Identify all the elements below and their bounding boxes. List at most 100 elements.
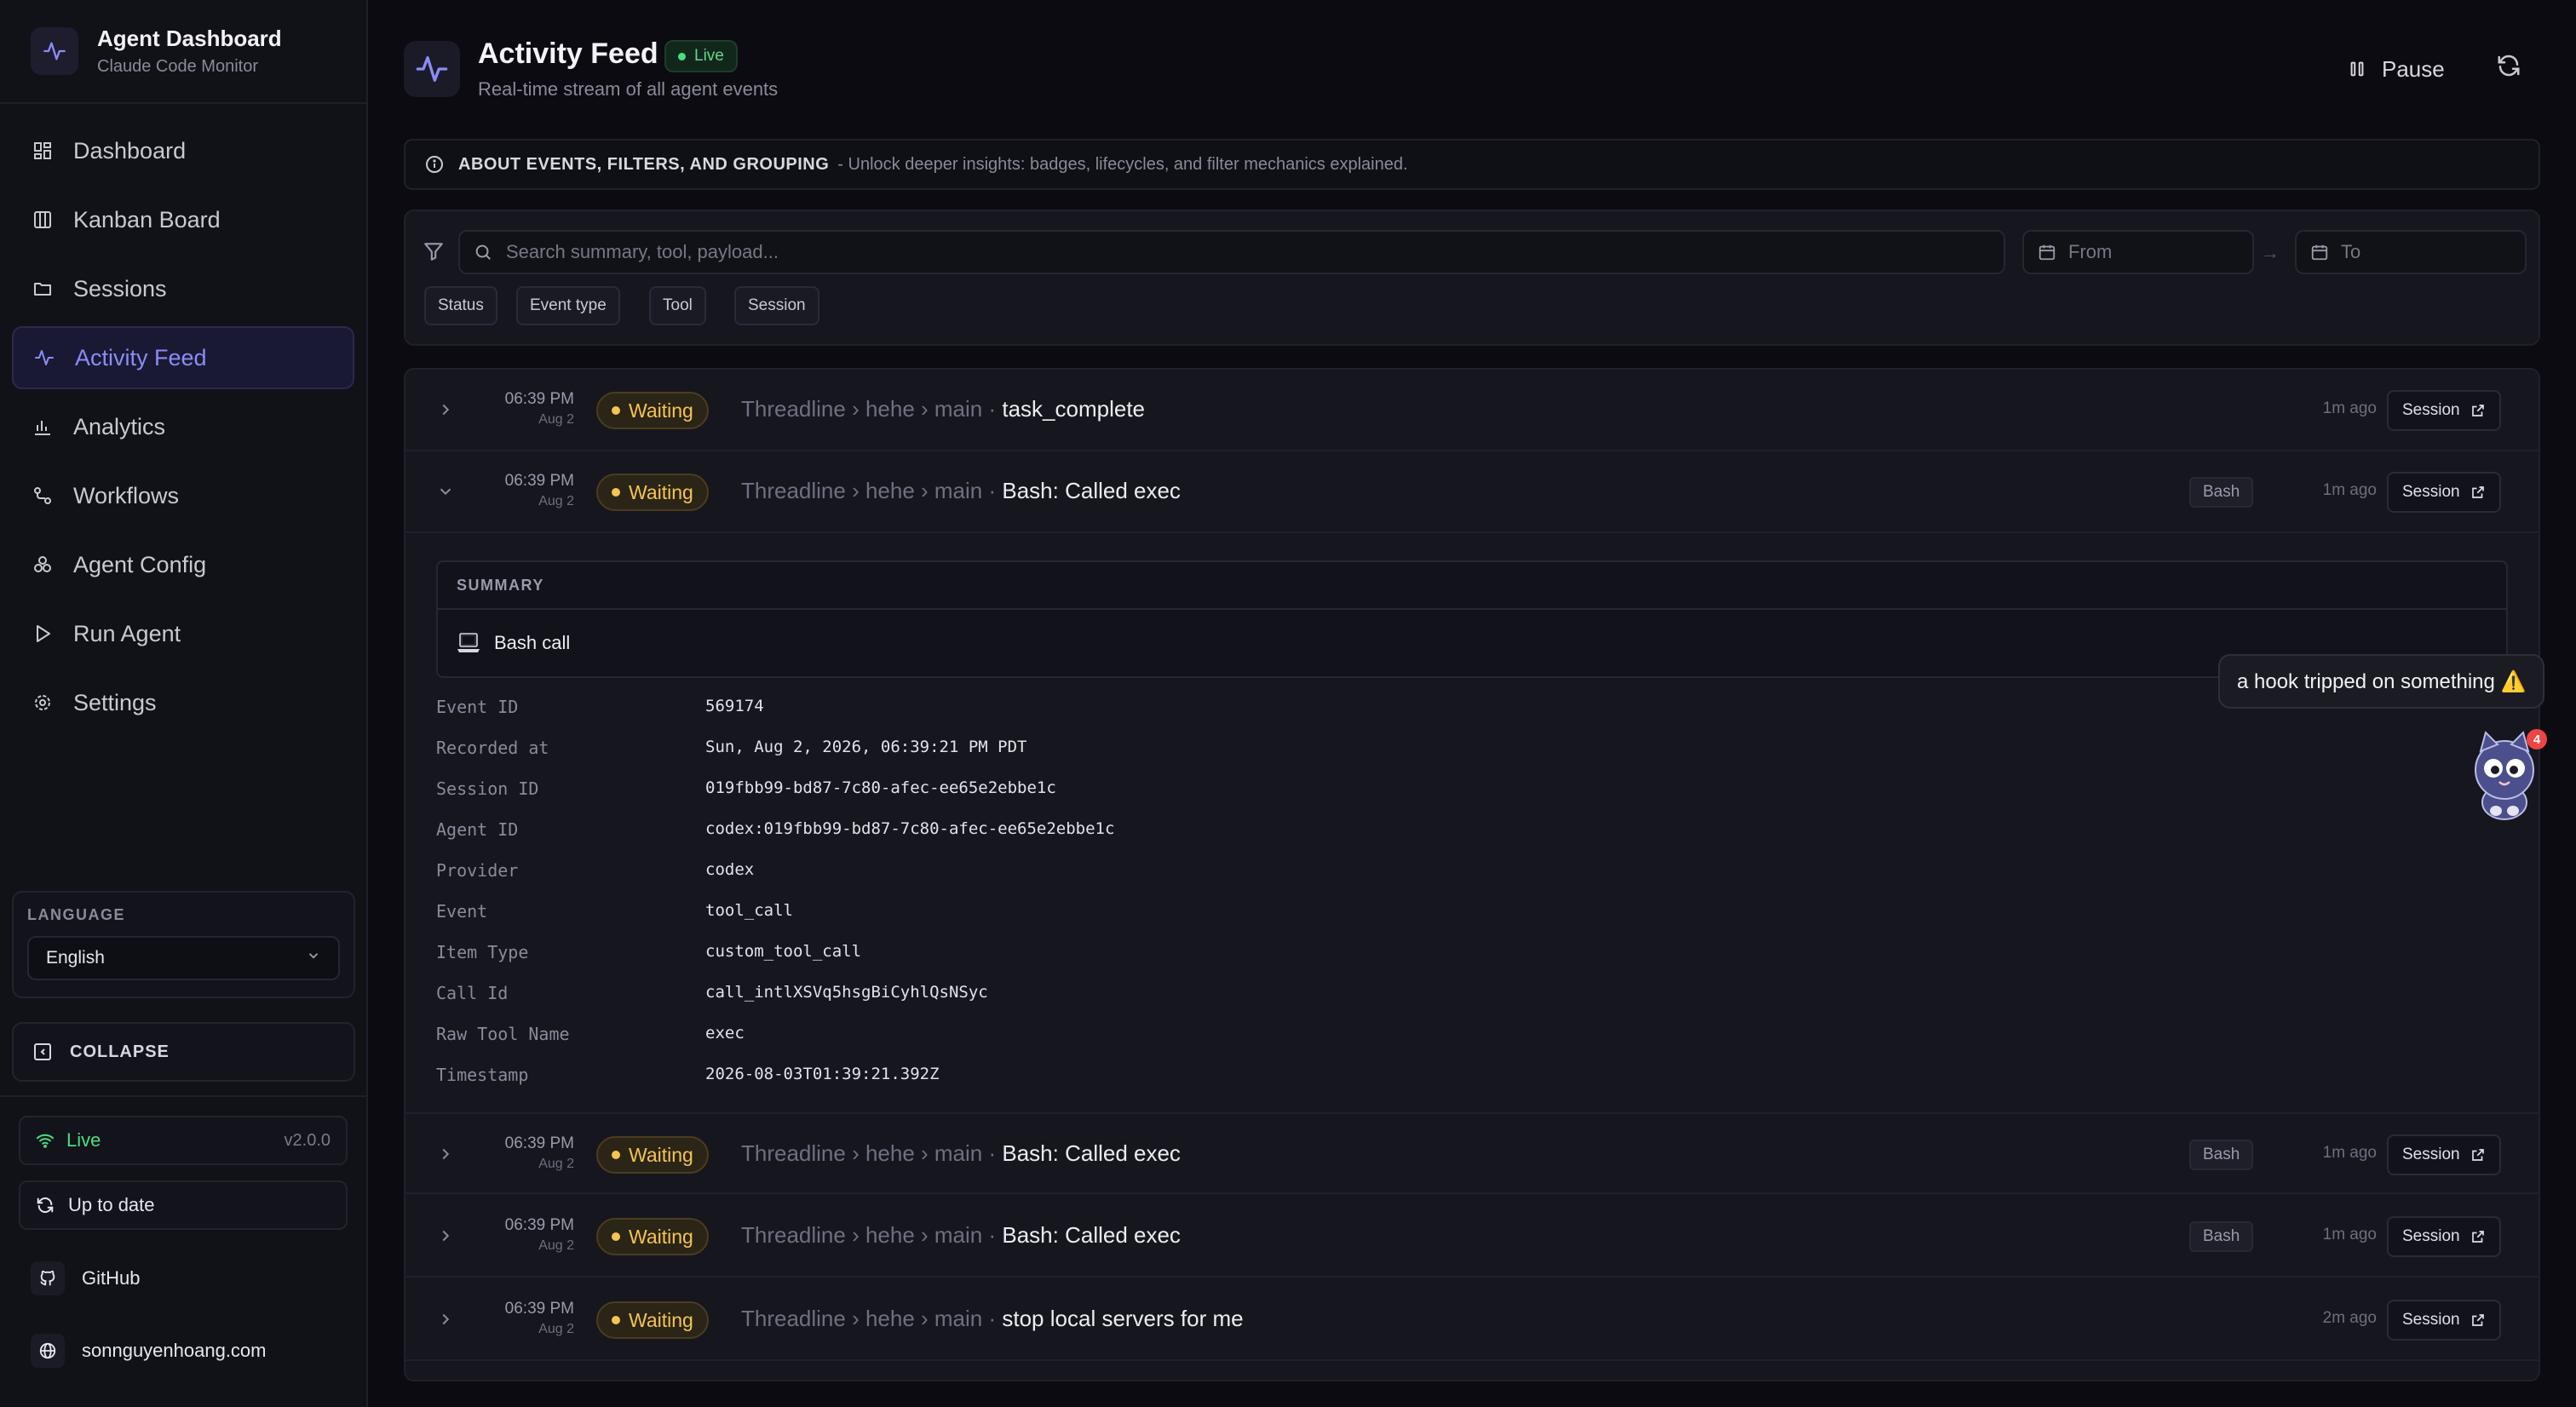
pause-label: Pause xyxy=(2382,55,2445,82)
event-date: Aug 2 xyxy=(538,1322,574,1336)
field-value: 019fbb99-bd87-7c80-afec-ee65e2ebbe1c xyxy=(705,778,1056,797)
update-label: Up to date xyxy=(68,1194,155,1215)
field-label: Agent ID xyxy=(436,819,519,840)
sidebar-item-label: Agent Config xyxy=(73,551,207,577)
event-row[interactable]: 06:39 PM Aug 2 Waiting Threadline › hehe… xyxy=(405,1196,2539,1278)
field-value: custom_tool_call xyxy=(705,942,862,961)
sidebar-item-workflows[interactable]: Workflows xyxy=(12,464,354,527)
github-link[interactable]: GitHub xyxy=(31,1257,140,1300)
session-button[interactable]: Session xyxy=(2387,472,2501,513)
field-label: Recorded at xyxy=(436,738,549,758)
field-label: Item Type xyxy=(436,942,529,962)
gear-icon xyxy=(31,691,55,715)
chevron-down-icon[interactable] xyxy=(436,482,455,501)
external-link-icon xyxy=(2470,1229,2486,1244)
event-date: Aug 2 xyxy=(538,494,574,508)
laptop-icon xyxy=(457,632,480,654)
sidebar-item-sessions[interactable]: Sessions xyxy=(12,257,354,320)
sidebar-item-dashboard[interactable]: Dashboard xyxy=(12,119,354,182)
status-badge: Waiting xyxy=(596,1136,709,1174)
notification-toast: a hook tripped on something ⚠️ xyxy=(2218,654,2545,709)
from-date-input[interactable]: From xyxy=(2022,230,2254,274)
event-row[interactable]: 06:39 PM Aug 2 Waiting Threadline › hehe… xyxy=(405,1112,2539,1194)
session-button[interactable]: Session xyxy=(2387,1134,2501,1175)
refresh-button[interactable] xyxy=(2496,53,2521,78)
status-badge: Waiting xyxy=(596,1218,709,1255)
filter-chip-session[interactable]: Session xyxy=(734,286,819,325)
filter-chip-event-type[interactable]: Event type xyxy=(516,286,620,325)
brand: Agent Dashboard Claude Code Monitor xyxy=(0,0,366,104)
status-badge: Waiting xyxy=(596,474,709,511)
globe-icon xyxy=(31,1334,65,1368)
field-value: Sun, Aug 2, 2026, 06:39:21 PM PDT xyxy=(705,738,1027,756)
chart-icon xyxy=(31,415,55,439)
event-list: 06:39 PM Aug 2 Waiting Threadline › hehe… xyxy=(404,368,2540,1381)
about-title: ABOUT EVENTS, FILTERS, AND GROUPING xyxy=(458,154,830,174)
event-row[interactable]: 06:39 PM Aug 2 Waiting Threadline › hehe… xyxy=(405,370,2539,451)
sidebar-item-run-agent[interactable]: Run Agent xyxy=(12,602,354,665)
event-date: Aug 2 xyxy=(538,412,574,427)
tool-tag: Bash xyxy=(2189,1221,2254,1252)
sidebar-item-kanban-board[interactable]: Kanban Board xyxy=(12,188,354,251)
external-link-icon xyxy=(2470,1147,2486,1163)
external-link-icon xyxy=(2470,485,2486,500)
sidebar-item-analytics[interactable]: Analytics xyxy=(12,395,354,458)
session-button[interactable]: Session xyxy=(2387,1300,2501,1341)
app-title: Agent Dashboard xyxy=(97,26,282,51)
sidebar-item-activity-feed[interactable]: Activity Feed xyxy=(12,326,354,389)
session-button[interactable]: Session xyxy=(2387,390,2501,431)
about-description: - Unlock deeper insights: badges, lifecy… xyxy=(837,154,1408,174)
chevron-right-icon[interactable] xyxy=(436,1310,455,1329)
event-row[interactable]: 06:39 PM Aug 2 Waiting Threadline › hehe… xyxy=(405,1279,2539,1361)
live-dot xyxy=(678,52,686,60)
pause-button[interactable]: Pause xyxy=(2348,48,2445,90)
chevron-right-icon[interactable] xyxy=(436,1226,455,1245)
collapse-button[interactable]: COLLAPSE xyxy=(12,1022,355,1082)
website-link[interactable]: sonnguyenhoang.com xyxy=(31,1329,267,1372)
field-label: Event ID xyxy=(436,697,519,717)
tool-tag: Bash xyxy=(2189,1140,2254,1170)
summary-card: SUMMARY Bash call xyxy=(436,560,2508,678)
event-row[interactable]: 06:39 PM Aug 2 Waiting Threadline › hehe… xyxy=(405,451,2539,533)
event-title: Threadline › hehe › main · Bash: Called … xyxy=(741,1140,1181,1166)
chevron-right-icon[interactable] xyxy=(436,1145,455,1163)
live-badge-label: Live xyxy=(694,47,724,65)
event-age: 2m ago xyxy=(2322,1309,2377,1327)
language-select[interactable]: English xyxy=(27,936,340,980)
sidebar-item-label: Workflows xyxy=(73,482,180,508)
to-date-input[interactable]: To xyxy=(2295,230,2527,274)
event-time: 06:39 PM xyxy=(504,472,574,490)
field-value: codex:019fbb99-bd87-7c80-afec-ee65e2ebbe… xyxy=(705,819,1115,838)
field-value: codex xyxy=(705,860,755,879)
live-badge: Live xyxy=(664,40,738,72)
info-icon xyxy=(424,154,445,175)
field-label: Raw Tool Name xyxy=(436,1024,570,1044)
event-date: Aug 2 xyxy=(538,1238,574,1253)
folder-icon xyxy=(31,277,55,301)
language-label: LANGUAGE xyxy=(27,906,125,923)
update-button[interactable]: Up to date xyxy=(19,1180,348,1230)
filter-chip-tool[interactable]: Tool xyxy=(649,286,706,325)
sidebar-item-agent-config[interactable]: Agent Config xyxy=(12,533,354,596)
page-title: Activity Feed xyxy=(478,37,658,70)
event-time: 06:39 PM xyxy=(504,1134,574,1152)
status-badge: Waiting xyxy=(596,392,709,429)
field-value: 2026-08-03T01:39:21.392Z xyxy=(705,1065,940,1083)
chevron-right-icon[interactable] xyxy=(436,400,455,419)
sidebar: Agent Dashboard Claude Code Monitor Dash… xyxy=(0,0,368,1407)
field-label: Timestamp xyxy=(436,1065,529,1085)
config-icon xyxy=(31,553,55,577)
search-input[interactable]: Search summary, tool, payload... xyxy=(458,230,2005,274)
sidebar-item-settings[interactable]: Settings xyxy=(12,671,354,734)
status-label: Live xyxy=(66,1129,101,1151)
session-button[interactable]: Session xyxy=(2387,1216,2501,1257)
about-events-toggle[interactable]: ABOUT EVENTS, FILTERS, AND GROUPING - Un… xyxy=(404,139,2540,190)
divider xyxy=(0,1095,368,1097)
filter-chip-status[interactable]: Status xyxy=(424,286,497,325)
refresh-icon xyxy=(36,1196,55,1215)
summary-label: SUMMARY xyxy=(438,562,2506,610)
search-placeholder: Search summary, tool, payload... xyxy=(506,241,779,262)
field-label: Event xyxy=(436,901,488,922)
play-icon xyxy=(31,622,55,646)
sidebar-item-label: Run Agent xyxy=(73,620,181,646)
